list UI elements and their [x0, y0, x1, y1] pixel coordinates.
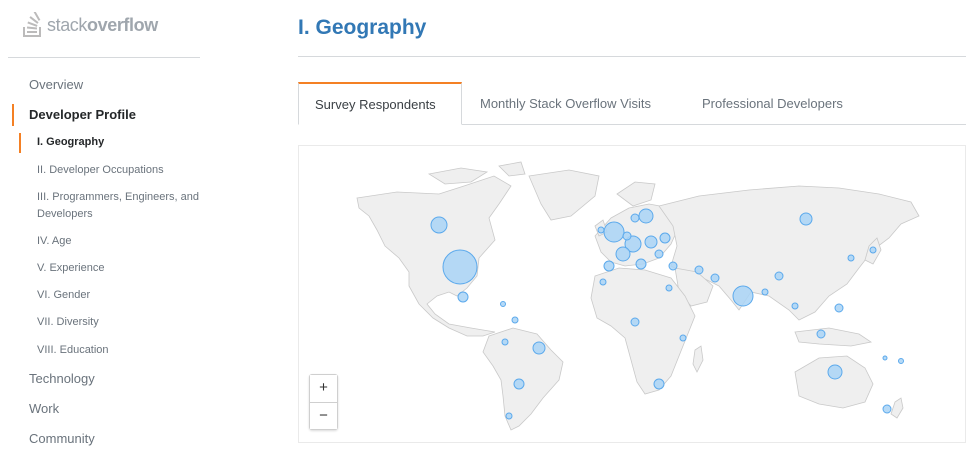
bubble-argentina: [513, 378, 525, 390]
sidebar-divider: [8, 57, 200, 58]
land-greenland: [528, 169, 600, 221]
bubble-iran: [694, 265, 704, 275]
bubble-spain: [603, 260, 615, 272]
bubble-india: [732, 285, 754, 307]
bubble-caribbean: [500, 301, 506, 307]
bubble-chile: [505, 412, 513, 420]
bubble-indonesia: [816, 329, 826, 339]
sidebar-subitem-experience[interactable]: V. Experience: [37, 260, 222, 277]
bubble-netherlands: [622, 231, 632, 241]
title-divider: [298, 56, 966, 57]
land-south-america: [482, 327, 564, 431]
sidebar-item-community[interactable]: Community: [29, 431, 95, 446]
bubble-china: [774, 271, 784, 281]
stack-icon: [23, 12, 41, 37]
bubble-bangladesh: [761, 288, 769, 296]
sidebar-item-overview[interactable]: Overview: [29, 77, 83, 92]
bubble-south-korea: [847, 254, 855, 262]
map-tabs: Survey Respondents Monthly Stack Overflo…: [298, 82, 966, 125]
bubble-france: [615, 246, 631, 262]
bubble-turkey: [668, 261, 678, 271]
bubble-usa: [442, 249, 478, 285]
tab-professional-developers[interactable]: Professional Developers: [686, 82, 859, 125]
bubble-canada: [430, 216, 448, 234]
bubble-poland: [644, 235, 658, 249]
bubble-morocco: [599, 278, 607, 286]
logo-wordmark: stackoverflow: [47, 14, 158, 35]
bubble-sweden: [630, 213, 640, 223]
sidebar-subitem-gender[interactable]: VI. Gender: [37, 287, 222, 304]
land-new-zealand: [890, 397, 904, 419]
active-section-indicator: [12, 104, 14, 126]
bubble-uk: [603, 221, 625, 243]
bubble-italy: [635, 258, 647, 270]
bubble-brazil: [532, 341, 546, 355]
map-zoom-control: + −: [309, 374, 338, 430]
sidebar: stackoverflow Overview Developer Profile…: [0, 0, 215, 455]
bubble-pacific: [898, 358, 904, 364]
bubble-egypt: [665, 284, 673, 292]
bubble-pakistan: [710, 273, 720, 283]
land-australia: [794, 355, 874, 409]
bubble-colombia: [511, 316, 519, 324]
sidebar-subitem-programmers-engineers-developers[interactable]: III. Programmers, Engineers, and Develop…: [37, 189, 222, 223]
land-madagascar: [692, 345, 704, 373]
bubble-kenya: [679, 334, 687, 342]
sidebar-subitem-education[interactable]: VIII. Education: [37, 342, 222, 359]
active-subsection-indicator: [19, 133, 21, 153]
land-indonesia: [794, 327, 873, 347]
zoom-in-button[interactable]: +: [310, 375, 337, 402]
bubble-nigeria: [630, 317, 640, 327]
world-map[interactable]: + −: [298, 145, 966, 443]
bubble-south-africa: [653, 378, 665, 390]
bubble-philippines: [834, 303, 844, 313]
sidebar-subitem-geography[interactable]: I. Geography: [37, 134, 222, 151]
sidebar-item-work[interactable]: Work: [29, 401, 59, 416]
sidebar-item-developer-profile[interactable]: Developer Profile: [29, 107, 136, 122]
bubble-peru: [501, 338, 509, 346]
bubble-uk-ireland: [597, 226, 605, 234]
bubble-ukraine: [659, 232, 671, 244]
page-title: I. Geography: [298, 16, 427, 39]
bubble-japan: [869, 246, 877, 254]
world-map-canvas[interactable]: [299, 146, 966, 443]
bubble-pacific-2: [882, 355, 888, 361]
tab-monthly-visits[interactable]: Monthly Stack Overflow Visits: [464, 82, 667, 125]
zoom-out-button[interactable]: −: [310, 402, 337, 429]
land-arctic-islands: [427, 161, 526, 185]
sidebar-item-technology[interactable]: Technology: [29, 371, 95, 386]
sidebar-subitem-developer-occupations[interactable]: II. Developer Occupations: [37, 162, 222, 179]
stackoverflow-logo[interactable]: stackoverflow: [22, 12, 158, 38]
bubble-romania: [654, 249, 664, 259]
bubble-new-zealand: [882, 404, 892, 414]
tab-survey-respondents[interactable]: Survey Respondents: [298, 82, 462, 125]
sidebar-subitem-diversity[interactable]: VII. Diversity: [37, 314, 222, 331]
bubble-russia: [638, 208, 654, 224]
sidebar-subitem-age[interactable]: IV. Age: [37, 233, 222, 250]
bubble-russia-east: [799, 212, 813, 226]
bubble-australia: [827, 364, 843, 380]
bubble-vietnam: [791, 302, 799, 310]
map-land: [356, 161, 920, 431]
bubble-mexico: [457, 291, 469, 303]
land-north-america: [356, 175, 512, 337]
